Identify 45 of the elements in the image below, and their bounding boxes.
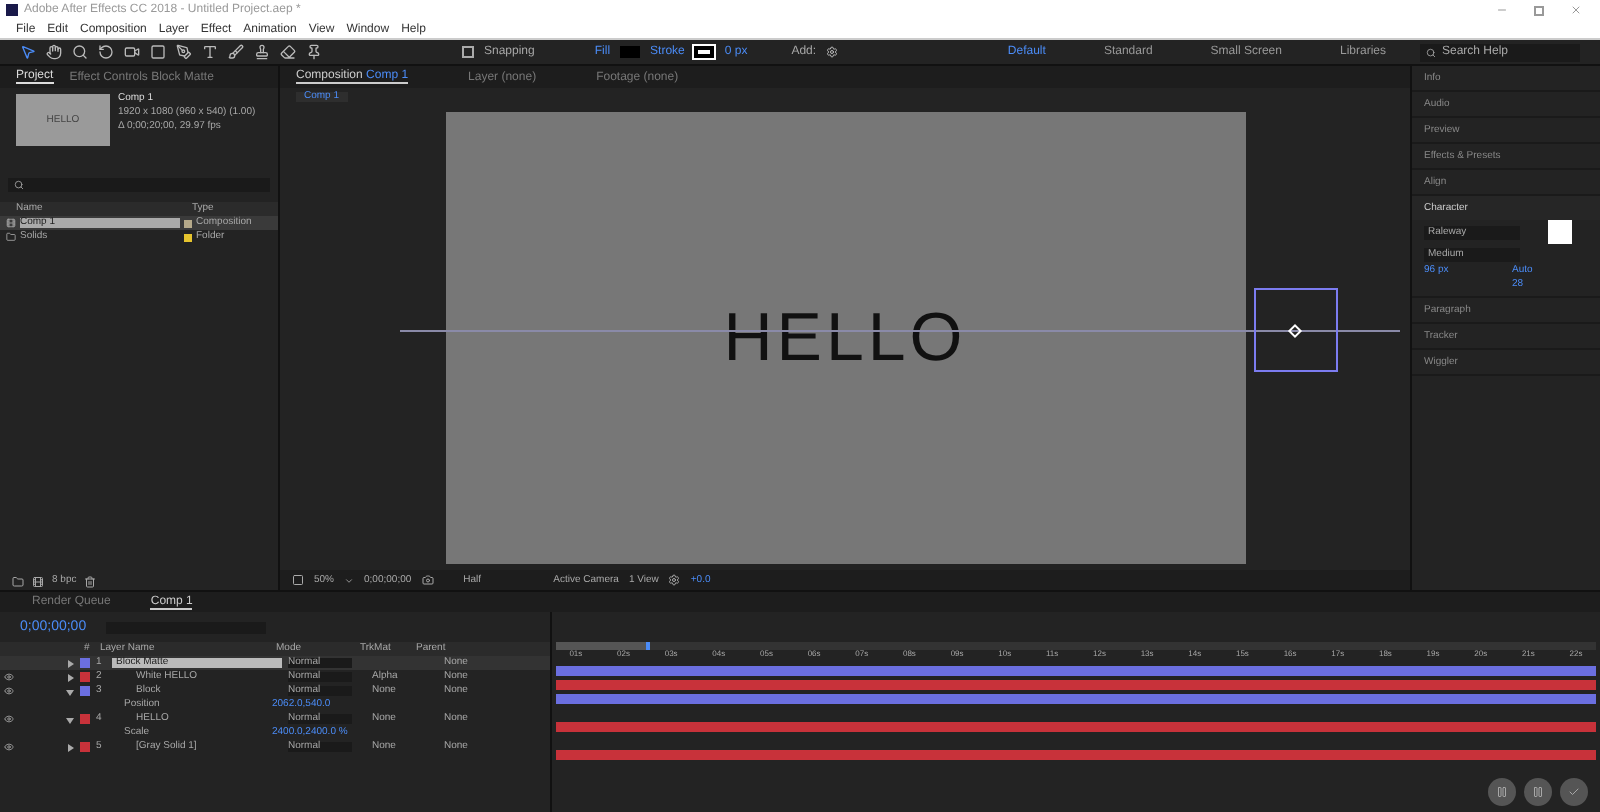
puppet-tool-icon[interactable]	[306, 44, 322, 60]
expand-arrow-icon[interactable]	[66, 659, 74, 667]
rotate-tool-icon[interactable]	[98, 44, 114, 60]
search-icon	[1426, 47, 1436, 57]
camera-tool-icon[interactable]	[124, 44, 140, 60]
close-icon[interactable]	[1570, 4, 1582, 16]
expand-arrow-icon[interactable]	[66, 687, 74, 695]
folder-icon	[12, 575, 24, 587]
gear-icon[interactable]	[826, 46, 839, 58]
stroke-swatch[interactable]	[694, 46, 715, 58]
trash-icon	[84, 575, 97, 587]
snapping-checkbox[interactable]	[462, 46, 474, 58]
brush-tool-icon[interactable]	[228, 44, 244, 60]
pen-tool-icon[interactable]	[176, 44, 192, 60]
eraser-tool-icon[interactable]	[280, 44, 296, 60]
search-icon	[14, 180, 24, 190]
stamp-tool-icon[interactable]	[254, 44, 270, 60]
film-icon	[32, 575, 44, 587]
expand-arrow-icon[interactable]	[66, 743, 74, 751]
hand-tool-icon[interactable]	[46, 44, 62, 60]
pause-icon	[1532, 786, 1544, 798]
caret-icon	[344, 575, 355, 585]
color-swatch[interactable]	[1548, 220, 1572, 244]
pause-button[interactable]	[1488, 778, 1516, 806]
canvas-text: HELLO	[723, 303, 967, 371]
fill-swatch[interactable]	[620, 46, 641, 58]
rectangle-tool-icon[interactable]	[150, 44, 166, 60]
selection-bounding-box[interactable]	[1254, 288, 1338, 372]
region-icon[interactable]	[292, 574, 304, 586]
check-icon	[1568, 786, 1580, 798]
app-icon	[6, 4, 18, 16]
expand-arrow-icon[interactable]	[66, 673, 74, 681]
folder-icon	[6, 232, 16, 242]
gear-icon[interactable]	[668, 574, 681, 586]
maximize-icon[interactable]	[1534, 5, 1544, 15]
pause-button[interactable]	[1524, 778, 1552, 806]
zoom-tool-icon[interactable]	[72, 44, 88, 60]
type-tool-icon[interactable]	[202, 44, 218, 60]
project-search-field[interactable]	[8, 178, 270, 192]
selection-tool-icon[interactable]	[20, 44, 36, 60]
camera-icon[interactable]	[421, 574, 434, 586]
expand-arrow-icon[interactable]	[66, 715, 74, 723]
check-button[interactable]	[1560, 778, 1588, 806]
film-icon	[6, 218, 16, 228]
pause-icon	[1496, 786, 1508, 798]
